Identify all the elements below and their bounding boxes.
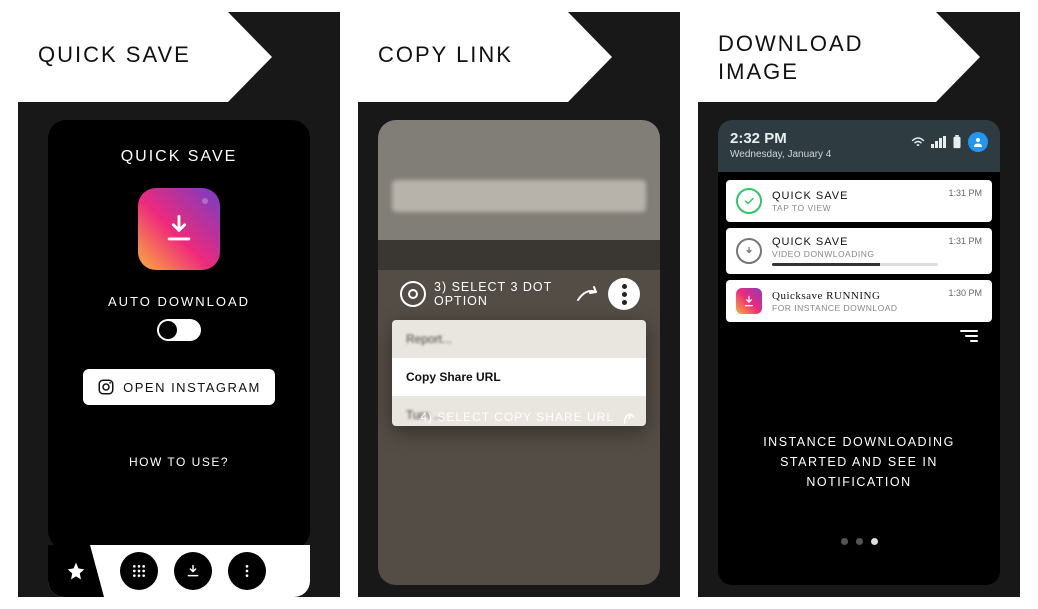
app-icon: [138, 188, 220, 270]
blurred-background: [378, 270, 660, 585]
notification-item[interactable]: Quicksave RUNNING FOR INSTANCE DOWNLOAD …: [726, 280, 992, 322]
tab-favorites[interactable]: [48, 545, 104, 597]
menu-item-copy-url[interactable]: Copy Share URL: [392, 358, 646, 396]
instagram-icon: [97, 378, 115, 396]
battery-icon: [952, 135, 962, 149]
settings-lines-icon[interactable]: [960, 330, 978, 342]
dot-active[interactable]: [871, 538, 878, 545]
notif-title: QUICK SAVE: [772, 190, 938, 202]
curved-arrow-icon: [576, 286, 600, 302]
device-frame: QUICK SAVE AUTO DOWNLOAD OPEN INSTAGRAM …: [48, 120, 310, 549]
open-instagram-label: OPEN INSTAGRAM: [123, 380, 261, 395]
download-icon: [162, 212, 196, 246]
step-4-text: 4) SELECT COPY SHARE URL: [420, 410, 614, 424]
notif-title: Quicksave RUNNING: [772, 290, 938, 302]
notif-subtitle: TAP TO VIEW: [772, 203, 938, 213]
grid-icon: [131, 563, 147, 579]
banner-title: DOWNLOAD IMAGE: [718, 30, 864, 85]
app-title: QUICK SAVE: [121, 148, 238, 166]
download-progress: [772, 263, 938, 266]
notification-item[interactable]: QUICK SAVE VIDEO DONWLOADING 1:31 PM: [726, 228, 992, 274]
status-bar: 2:32 PM Wednesday, January 4: [718, 120, 1000, 172]
wifi-icon: [911, 136, 925, 148]
status-icons: [911, 132, 988, 152]
banner-title: COPY LINK: [378, 42, 513, 68]
notif-subtitle: VIDEO DONWLOADING: [772, 249, 938, 259]
notif-subtitle: FOR INSTANCE DOWNLOAD: [772, 303, 938, 313]
auto-download-toggle[interactable]: [157, 319, 201, 341]
banner: DOWNLOAD IMAGE: [698, 12, 936, 102]
menu-item-report[interactable]: Report...: [392, 320, 646, 358]
star-icon: [66, 561, 86, 581]
user-avatar[interactable]: [968, 132, 988, 152]
step-3-callout: 3) SELECT 3 DOT OPTION: [400, 278, 640, 310]
tab-grid[interactable]: [120, 552, 158, 590]
tab-more[interactable]: [228, 552, 266, 590]
step-3-text: 3) SELECT 3 DOT OPTION: [434, 280, 568, 308]
how-to-use-link[interactable]: HOW TO USE?: [129, 455, 229, 469]
screenshot-copy-link: COPY LINK 3) SELECT 3 DOT OPTION Report.…: [358, 12, 680, 597]
download-icon: [185, 563, 201, 579]
banner: COPY LINK: [358, 12, 568, 102]
screenshot-quick-save: QUICK SAVE QUICK SAVE AUTO DOWNLOAD OPEN…: [18, 12, 340, 597]
notif-timestamp: 1:30 PM: [948, 288, 982, 298]
step-4-callout: 4) SELECT COPY SHARE URL: [400, 408, 638, 426]
device-frame: 3) SELECT 3 DOT OPTION Report... Copy Sh…: [378, 120, 660, 585]
three-dot-button[interactable]: [608, 278, 640, 310]
bottom-tab-bar: [48, 545, 310, 597]
app-icon: [736, 288, 762, 314]
notification-list: QUICK SAVE TAP TO VIEW 1:31 PM QUICK SAV…: [718, 172, 1000, 350]
notif-title: QUICK SAVE: [772, 236, 938, 248]
screenshot-download-image: DOWNLOAD IMAGE 2:32 PM Wednesday, Januar…: [698, 12, 1020, 597]
body-message: INSTANCE DOWNLOADING STARTED AND SEE IN …: [718, 432, 1000, 492]
status-date: Wednesday, January 4: [730, 149, 831, 160]
status-time: 2:32 PM: [730, 130, 831, 147]
open-instagram-button[interactable]: OPEN INSTAGRAM: [83, 369, 275, 405]
more-vertical-icon: [239, 563, 255, 579]
notif-timestamp: 1:31 PM: [948, 236, 982, 246]
download-circle-icon: [736, 238, 762, 264]
notif-timestamp: 1:31 PM: [948, 188, 982, 198]
blurred-text: [392, 180, 646, 212]
instagram-icon: [400, 281, 426, 307]
device-frame: 2:32 PM Wednesday, January 4 QUICK SAVE: [718, 120, 1000, 585]
auto-download-label: AUTO DOWNLOAD: [108, 294, 250, 309]
page-indicator: [718, 538, 1000, 545]
banner: QUICK SAVE: [18, 12, 228, 102]
signal-icon: [931, 136, 946, 148]
tab-downloads[interactable]: [174, 552, 212, 590]
notification-item[interactable]: QUICK SAVE TAP TO VIEW 1:31 PM: [726, 180, 992, 222]
banner-title: QUICK SAVE: [38, 42, 191, 68]
check-circle-icon: [736, 188, 762, 214]
dot[interactable]: [856, 538, 863, 545]
up-arrow-icon: [620, 408, 638, 426]
person-icon: [972, 136, 984, 148]
dot[interactable]: [841, 538, 848, 545]
